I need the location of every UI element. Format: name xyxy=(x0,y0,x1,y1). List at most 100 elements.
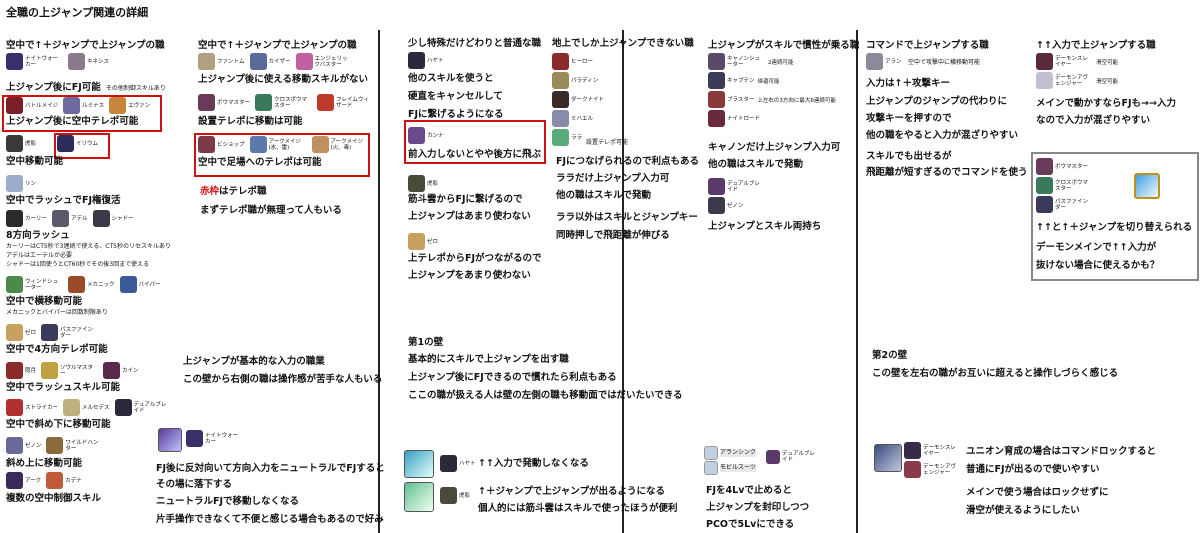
character-icon: カンナ xyxy=(408,127,444,144)
col2-s4-line: 赤枠はテレポ職 xyxy=(200,186,267,198)
col2-s6-l3: ニュートラルFJで移動しなくなる xyxy=(156,496,300,507)
character-avatar xyxy=(6,362,23,379)
col6-s1-note: 空中で攻撃中に横移動可能 xyxy=(908,59,981,66)
character-name: カイン xyxy=(122,367,139,374)
col1-s8-text: 空中でラッシュスキル可能 xyxy=(6,382,121,393)
character-name: ビショップ xyxy=(217,141,245,148)
character-name: バトルメイジ xyxy=(25,102,59,109)
character-avatar xyxy=(6,135,23,152)
col1-s9-text: 空中で斜め下に移動可能 xyxy=(6,419,111,430)
col6-s1-l5: スキルでも出せるが xyxy=(866,151,952,162)
character-icon: ダークナイト xyxy=(552,91,620,108)
col7-s1-l2: なので入力が混ざりやすい xyxy=(1036,115,1151,126)
col2-s4-rest: はテレポ職 xyxy=(219,186,267,197)
character-icon: クロスボウマスター xyxy=(1036,177,1114,194)
col2-s6-l1: FJ後に反対向いて方向入力をニュートラルでFJすると xyxy=(156,463,385,474)
skill-icon xyxy=(404,450,434,478)
character-icon: 虎影 xyxy=(440,487,470,504)
col3-s6-l2: 個人的には筋斗雲はスキルで使ったほうが便利 xyxy=(478,503,678,514)
character-icon: シャドー xyxy=(92,210,134,227)
character-avatar xyxy=(440,487,457,504)
character-name: キネシス xyxy=(87,58,110,65)
character-avatar xyxy=(198,94,215,111)
character-avatar xyxy=(6,175,23,192)
character-avatar xyxy=(6,437,23,454)
character-name: アークメイジ(火、毒) xyxy=(330,138,363,151)
character-avatar xyxy=(311,136,329,153)
col7-s1-chars: デーモンスレイヤー 滑空可能 デーモンアヴェンジャー 滑空可能 xyxy=(1036,53,1186,91)
character-avatar xyxy=(6,399,23,416)
col7-s2-l2: デーモンメインで↑↑入力が xyxy=(1036,242,1157,253)
col7-s1-l1: メインで動かすならFJも→→入力 xyxy=(1036,98,1176,109)
character-avatar xyxy=(198,53,215,70)
character-avatar xyxy=(186,430,203,447)
col6-heading: コマンドで上ジャンプする職 xyxy=(866,40,989,51)
character-avatar xyxy=(408,175,425,192)
character-name: 虎影 xyxy=(427,180,439,187)
character-icon: イリウム xyxy=(57,135,98,152)
character-avatar xyxy=(552,72,569,89)
col4-s1-l3: 他の職はスキルで発動 xyxy=(556,190,652,201)
character-avatar xyxy=(1036,158,1053,175)
character-name: ナイトロード xyxy=(727,115,761,122)
character-name: ハヤト xyxy=(459,460,476,467)
wall1-l1: 第1の壁 xyxy=(408,337,444,348)
character-icon: キネシス xyxy=(68,53,109,70)
col5-s2-chars: デュアルブレイド ゼノン xyxy=(708,178,798,216)
col4-s1-l5: 同時押しで飛距離が伸びる xyxy=(556,230,670,241)
col1-s3-pre: 虎影 xyxy=(6,135,38,152)
character-icon: デーモンアヴェンジャー xyxy=(904,461,962,478)
col1-s2-chars: バトルメイジ ルミナス エヴァン xyxy=(6,97,152,114)
col6-char-stack: デーモンスレイヤー デーモンアヴェンジャー xyxy=(904,442,964,478)
col3-s4-l1: 上テレポからFJがつながるので xyxy=(408,253,542,264)
character-name: カーリー xyxy=(25,215,48,222)
col6-s1-l1: 入力は↑＋攻撃キー xyxy=(866,78,950,89)
character-icon: リン xyxy=(6,175,36,192)
character-avatar xyxy=(6,97,23,114)
col7-char-stack: デーモンスレイヤー 滑空可能 デーモンアヴェンジャー 滑空可能 xyxy=(1036,53,1186,89)
character-avatar xyxy=(63,399,81,416)
character-icon: ナイトロード xyxy=(708,110,851,127)
skill-icon xyxy=(158,428,182,452)
character-name: デーモンアヴェンジャー xyxy=(923,463,957,476)
col6-s1-l6: 飛距離が短すぎるのでコマンドを使う xyxy=(866,167,1028,178)
skill-icon xyxy=(704,446,718,460)
character-icon: ボウマスター xyxy=(1036,158,1114,175)
character-avatar xyxy=(552,129,569,146)
character-name: アラン xyxy=(885,58,902,65)
col4-s2-name-2: モビルスーツ xyxy=(720,464,756,472)
character-avatar xyxy=(552,91,569,108)
character-icon: デュアルブレイド xyxy=(708,178,796,195)
character-icon: アークメイジ(氷、雷) xyxy=(249,136,307,153)
col3-s2-chars: カンナ xyxy=(408,127,446,144)
character-name: ストライカー xyxy=(25,404,59,411)
col6-s1-l2: 上ジャンプのジャンプの代わりに xyxy=(866,96,1007,107)
character-name: ルミナス xyxy=(82,102,105,109)
character-avatar xyxy=(255,94,273,111)
col2-s5-l2: この壁から右側の職は操作感が苦手な人もいる xyxy=(183,374,383,385)
col3-s1-chars: ハヤト xyxy=(408,52,446,69)
col3-s6-chars: 虎影 xyxy=(440,487,472,504)
character-avatar xyxy=(295,53,313,70)
character-icon: ゼロ xyxy=(408,233,438,250)
col3-s4-l2: 上ジャンプをあまり使わない xyxy=(408,270,531,281)
col1-s9-chars: ストライカー メルセデス デュアルブレイド xyxy=(6,399,174,416)
col2-s2-text: 設置テレポに移動は可能 xyxy=(198,116,303,127)
character-name: 虎影 xyxy=(459,492,471,499)
character-icon: ブラスター 上左右の3方向に最大6連続可能 xyxy=(708,91,851,108)
character-avatar xyxy=(1036,72,1053,89)
col3-s3-l2: 上ジャンプはあまり使わない xyxy=(408,211,531,222)
character-avatar xyxy=(708,110,725,127)
character-icon: ウィンドシューター xyxy=(6,276,63,293)
character-avatar xyxy=(1036,177,1053,194)
col4-s1-l2: ララだけ上ジャンプ入力可 xyxy=(556,173,670,184)
wall1-l2: 基本的にスキルで上ジャンプを出す職 xyxy=(408,354,569,365)
col3-s5-skill xyxy=(404,450,434,482)
character-icon: パラディン xyxy=(552,72,620,89)
character-avatar xyxy=(6,210,23,227)
divider-right xyxy=(856,30,858,533)
character-avatar xyxy=(408,233,425,250)
col1-s4-text: 空中でラッシュでFJ権復活 xyxy=(6,195,121,206)
character-avatar xyxy=(103,362,121,379)
character-avatar xyxy=(114,399,132,416)
